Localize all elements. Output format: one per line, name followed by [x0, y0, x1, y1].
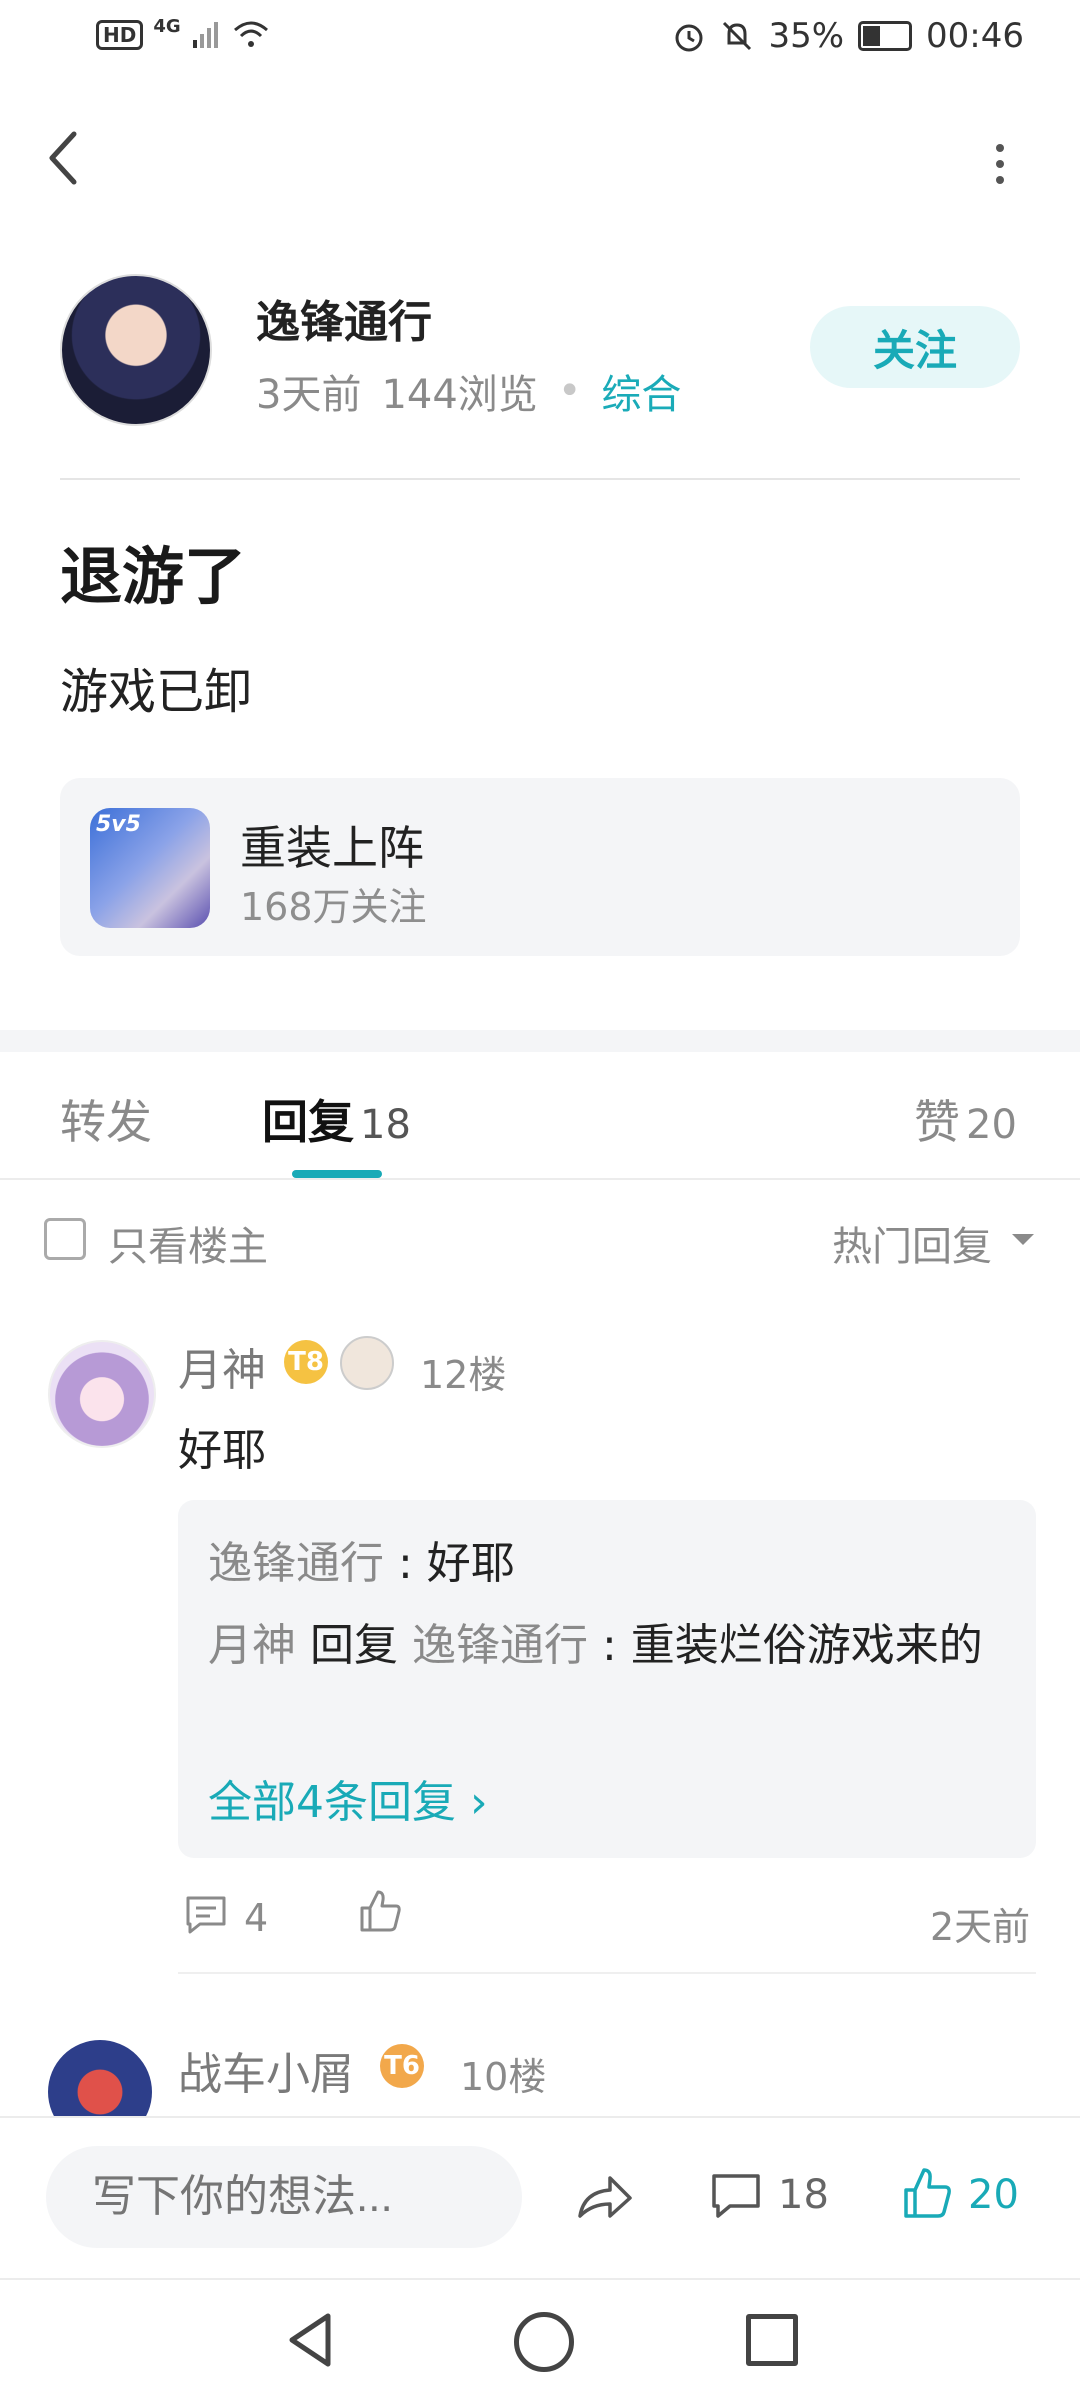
reply-target[interactable]: 逸锋通行 — [412, 1620, 588, 1671]
reply-text: 好耶 — [426, 1538, 515, 1589]
mascot-badge-icon — [340, 1336, 394, 1390]
battery-icon — [858, 21, 913, 51]
nav-recent-apps-icon[interactable] — [746, 2314, 798, 2366]
divider — [0, 1178, 1080, 1180]
comment-reply-count: 4 — [244, 1896, 269, 1940]
caret-down-icon[interactable] — [1012, 1234, 1034, 1245]
divider — [178, 1972, 1036, 1974]
battery-percent: 35% — [768, 16, 845, 56]
post-category[interactable]: 综合 — [601, 362, 681, 420]
wifi-icon — [233, 21, 268, 47]
comment-input[interactable] — [46, 2146, 522, 2248]
comment-icon[interactable] — [182, 1890, 230, 1938]
level-badge: T6 — [380, 2044, 424, 2088]
tab-reply-count: 18 — [360, 1102, 411, 1148]
comment-avatar[interactable] — [48, 1340, 156, 1448]
reply-text: 重装烂俗游戏来的 — [630, 1620, 983, 1671]
mute-bell-icon — [723, 21, 752, 51]
clock: 00:46 — [926, 16, 1024, 56]
reply-action: 回复 — [296, 1620, 412, 1671]
comment-floor: 10楼 — [460, 2055, 547, 2099]
like-icon[interactable] — [900, 2164, 954, 2222]
comment-text: 好耶 — [178, 1425, 266, 1476]
meta-separator: • — [557, 368, 582, 414]
reply-line: 逸锋通行 : 好耶 — [208, 1526, 1008, 1602]
bottom-like-count: 20 — [968, 2172, 1019, 2218]
reply-sep: : — [587, 1620, 631, 1671]
divider — [60, 478, 1020, 480]
comment-username[interactable]: 月神 — [178, 1334, 266, 1398]
reply-user[interactable]: 月神 — [208, 1620, 296, 1671]
nav-home-icon[interactable] — [514, 2312, 574, 2372]
reply-user[interactable]: 逸锋通行 — [208, 1538, 384, 1589]
game-followers: 168万关注 — [240, 885, 427, 929]
alarm-icon — [675, 24, 703, 52]
signal-icon — [192, 22, 218, 48]
level-badge: T8 — [284, 1340, 328, 1384]
comment-floor: 12楼 — [420, 1353, 507, 1397]
comment-time: 2天前 — [930, 1905, 1031, 1949]
tab-reply[interactable]: 回复 18 — [262, 1086, 411, 1152]
post-title: 退游了 — [60, 540, 247, 613]
game-icon: 5v5 — [90, 808, 210, 928]
only-op-label[interactable]: 只看楼主 — [108, 1214, 268, 1272]
game-name: 重装上阵 — [240, 821, 424, 875]
post-body: 游戏已卸 — [60, 664, 253, 720]
hd-icon: HD — [96, 20, 144, 50]
author-name[interactable]: 逸锋通行 — [256, 286, 432, 350]
status-left: HD 4G — [96, 16, 271, 50]
post-views: 144浏览 — [381, 372, 538, 418]
like-icon[interactable] — [356, 1886, 404, 1936]
bottom-comment-count: 18 — [778, 2172, 829, 2218]
tab-reply-label: 回复 — [262, 1095, 354, 1149]
section-gap — [0, 1030, 1080, 1052]
tab-like[interactable]: 赞 20 — [914, 1086, 1017, 1152]
tab-like-label: 赞 — [914, 1095, 960, 1149]
network-label: 4G — [153, 15, 181, 37]
post-time: 3天前 — [256, 372, 362, 418]
tab-forward[interactable]: 转发 — [60, 1086, 152, 1152]
follow-button[interactable]: 关注 — [810, 306, 1020, 388]
all-replies-link[interactable]: 全部4条回复 › — [208, 1766, 488, 1830]
more-options-icon[interactable] — [980, 140, 1020, 190]
share-icon[interactable] — [574, 2170, 634, 2226]
reply-sep: : — [384, 1538, 427, 1589]
reply-line: 月神 回复 逸锋通行 : 重装烂俗游戏来的 — [208, 1608, 1008, 1684]
nav-back-icon[interactable] — [282, 2310, 338, 2370]
game-icon-text: 5v5 — [96, 812, 141, 837]
back-icon[interactable] — [40, 128, 88, 188]
status-bar: HD 4G 35% 00:46 — [0, 0, 1080, 80]
status-right: 35% 00:46 — [672, 16, 1024, 56]
only-op-checkbox[interactable] — [44, 1218, 86, 1260]
sort-dropdown[interactable]: 热门回复 — [832, 1214, 992, 1272]
tab-indicator — [292, 1170, 382, 1178]
author-avatar[interactable] — [60, 274, 212, 426]
tab-like-count: 20 — [966, 1102, 1017, 1148]
post-meta: 3天前 144浏览 • 综合 — [256, 362, 681, 420]
comment-username[interactable]: 战车小屑 — [178, 2038, 354, 2102]
comment-icon[interactable] — [710, 2170, 762, 2222]
